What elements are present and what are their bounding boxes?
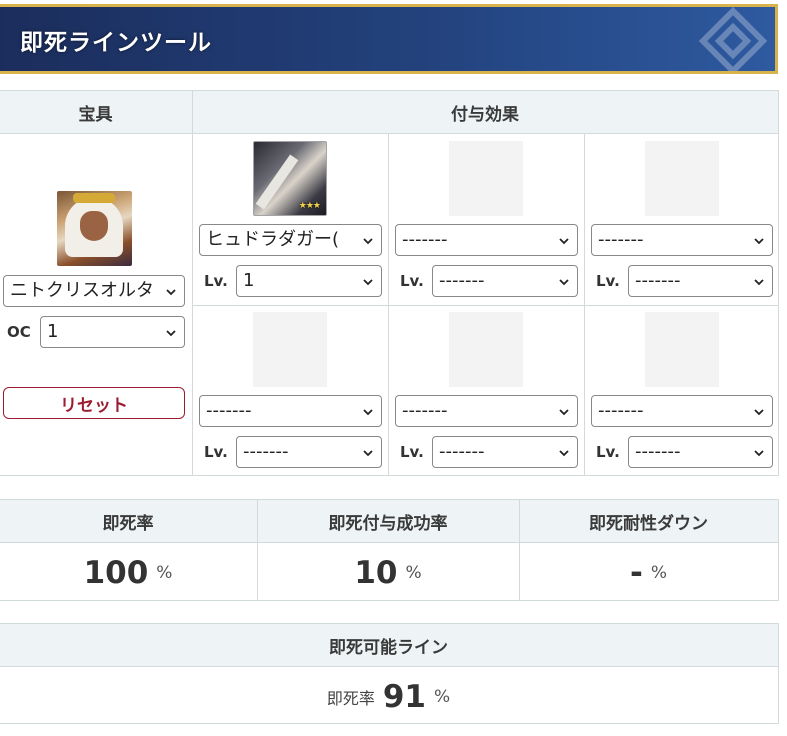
page-header: 即死ラインツール [0, 4, 778, 74]
page-title: 即死ラインツール [20, 30, 212, 56]
craft-essence-placeholder[interactable] [449, 141, 523, 216]
chevron-down-icon [363, 450, 373, 457]
chevron-down-icon [363, 279, 373, 286]
craft-essence-placeholder[interactable] [645, 312, 719, 387]
effect-select-6[interactable]: ------- [591, 395, 773, 427]
chevron-down-icon [559, 238, 569, 245]
death-resist-down-value: - % [519, 544, 778, 601]
chevron-down-icon [754, 279, 764, 286]
chevron-down-icon [166, 289, 176, 296]
instant-death-rate-header: 即死率 [0, 500, 257, 543]
percent-unit: % [156, 562, 173, 583]
level-label: Lv. [400, 443, 424, 461]
effect-select-5[interactable]: ------- [395, 395, 578, 427]
effect-select-value: ------- [402, 400, 448, 421]
level-select-1[interactable]: 1 [236, 265, 382, 297]
divider [192, 91, 193, 475]
craft-essence-placeholder[interactable] [645, 141, 719, 216]
level-select-value: 1 [243, 270, 255, 291]
oc-select[interactable]: 1 [40, 316, 185, 348]
level-select-value: ------- [635, 441, 681, 462]
tool-table: 宝具 付与効果 ニトクリスオルタ OC 1 リセット ★★★ ヒュドラダガー( … [0, 90, 779, 476]
death-line-value: 即死率 91 % [0, 668, 778, 725]
oc-label: OC [7, 323, 31, 341]
level-select-6[interactable]: ------- [628, 436, 773, 468]
craft-essence-image[interactable]: ★★★ [253, 141, 327, 216]
effect-select-2[interactable]: ------- [395, 224, 578, 256]
craft-essence-placeholder[interactable] [253, 312, 327, 387]
chevron-down-icon [166, 330, 176, 337]
servant-select[interactable]: ニトクリスオルタ [3, 275, 185, 307]
chevron-down-icon [559, 409, 569, 416]
level-select-2[interactable]: ------- [432, 265, 578, 297]
divider [192, 305, 778, 306]
value-number: 100 [83, 554, 149, 591]
level-select-value: ------- [439, 441, 485, 462]
death-line-panel: 即死可能ライン 即死率 91 % [0, 623, 779, 724]
value-number: - [629, 554, 643, 591]
death-success-rate-value: 10 % [257, 544, 519, 601]
death-success-rate-header: 即死付与成功率 [257, 500, 519, 543]
chevron-down-icon [363, 409, 373, 416]
header-emblem-icon [698, 7, 768, 71]
level-select-value: ------- [243, 441, 289, 462]
level-select-value: ------- [439, 270, 485, 291]
effect-select-value: ヒュドラダガー( [206, 229, 340, 250]
servant-portrait[interactable] [57, 191, 132, 266]
level-select-4[interactable]: ------- [236, 436, 382, 468]
value-number: 10 [354, 554, 398, 591]
effect-select-4[interactable]: ------- [199, 395, 382, 427]
reset-button[interactable]: リセット [3, 387, 185, 419]
chevron-down-icon [754, 409, 764, 416]
death-line-header: 即死可能ライン [0, 624, 778, 667]
level-label: Lv. [596, 272, 620, 290]
effect-select-value: ------- [598, 400, 644, 421]
death-line-label: 即死率 [326, 688, 375, 708]
chevron-down-icon [754, 450, 764, 457]
level-label: Lv. [204, 272, 228, 290]
effect-select-3[interactable]: ------- [591, 224, 773, 256]
level-select-3[interactable]: ------- [628, 265, 773, 297]
result-table: 即死率 即死付与成功率 即死耐性ダウン 100 % 10 % - % [0, 499, 779, 601]
effect-select-1[interactable]: ヒュドラダガー( [199, 224, 382, 256]
level-label: Lv. [204, 443, 228, 461]
level-select-5[interactable]: ------- [432, 436, 578, 468]
oc-select-value: 1 [47, 321, 59, 342]
level-label: Lv. [400, 272, 424, 290]
death-resist-down-header: 即死耐性ダウン [519, 500, 778, 543]
instant-death-rate-value: 100 % [0, 544, 257, 601]
percent-unit: % [405, 562, 422, 583]
effects-header: 付与効果 [192, 91, 778, 134]
value-number: 91 [382, 678, 426, 715]
level-label: Lv. [596, 443, 620, 461]
percent-unit: % [650, 562, 668, 583]
chevron-down-icon [363, 238, 373, 245]
level-select-value: ------- [635, 270, 681, 291]
chevron-down-icon [559, 450, 569, 457]
effect-select-value: ------- [598, 229, 644, 250]
effect-select-value: ------- [402, 229, 448, 250]
effect-select-value: ------- [206, 400, 252, 421]
craft-essence-placeholder[interactable] [449, 312, 523, 387]
rarity-stars: ★★★ [298, 201, 321, 211]
servant-select-value: ニトクリスオルタ [10, 280, 154, 301]
chevron-down-icon [754, 238, 764, 245]
percent-unit: % [434, 686, 451, 707]
noble-phantasm-header: 宝具 [0, 91, 192, 134]
chevron-down-icon [559, 279, 569, 286]
